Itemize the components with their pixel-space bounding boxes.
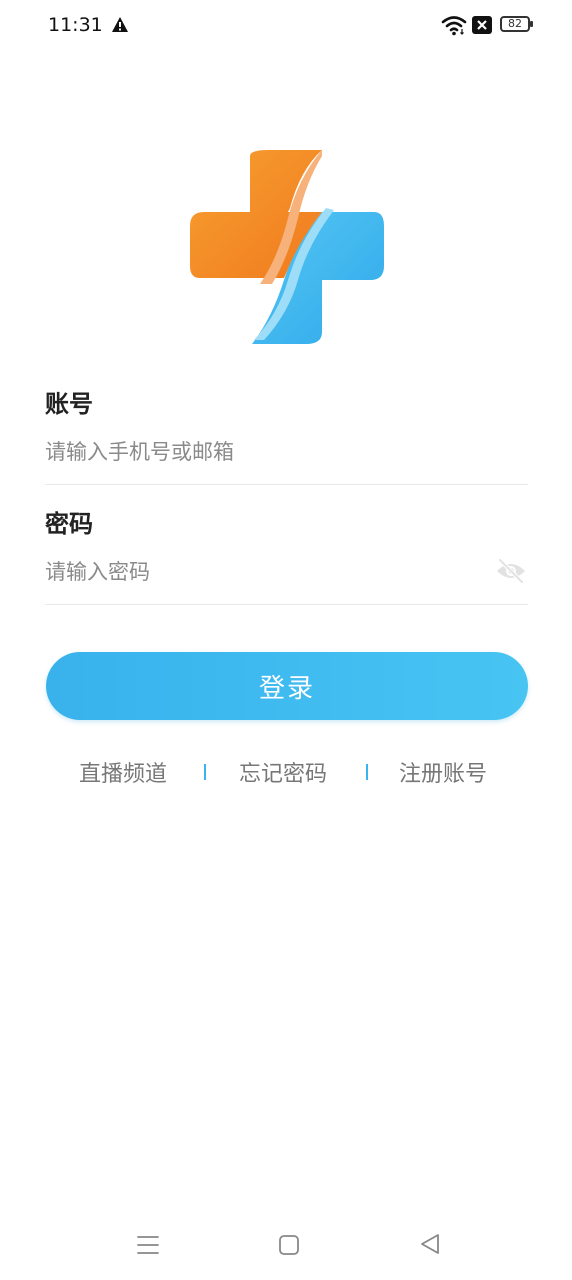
medical-cross-logo — [190, 150, 384, 344]
x-box-icon — [472, 16, 492, 34]
account-input[interactable] — [45, 432, 485, 472]
account-label: 账号 — [45, 390, 93, 418]
login-button[interactable]: 登录 — [46, 652, 528, 720]
password-input[interactable] — [45, 552, 475, 592]
link-separator — [366, 764, 368, 780]
home-icon[interactable] — [278, 1234, 300, 1256]
battery-icon: 82 — [500, 16, 533, 32]
register-link[interactable]: 注册账号 — [399, 756, 487, 788]
menu-icon[interactable] — [136, 1234, 160, 1256]
link-separator — [204, 764, 206, 780]
wifi-icon — [441, 16, 467, 36]
live-channel-link[interactable]: 直播频道 — [79, 756, 167, 788]
status-bar: 11:31 82 — [0, 0, 572, 52]
back-icon[interactable] — [418, 1232, 442, 1256]
password-divider — [45, 604, 528, 605]
password-label: 密码 — [45, 510, 93, 538]
forgot-password-link[interactable]: 忘记密码 — [239, 756, 327, 788]
eye-off-icon[interactable] — [495, 557, 527, 585]
status-time: 11:31 — [48, 14, 103, 36]
account-divider — [45, 484, 528, 485]
warning-icon — [112, 17, 128, 32]
